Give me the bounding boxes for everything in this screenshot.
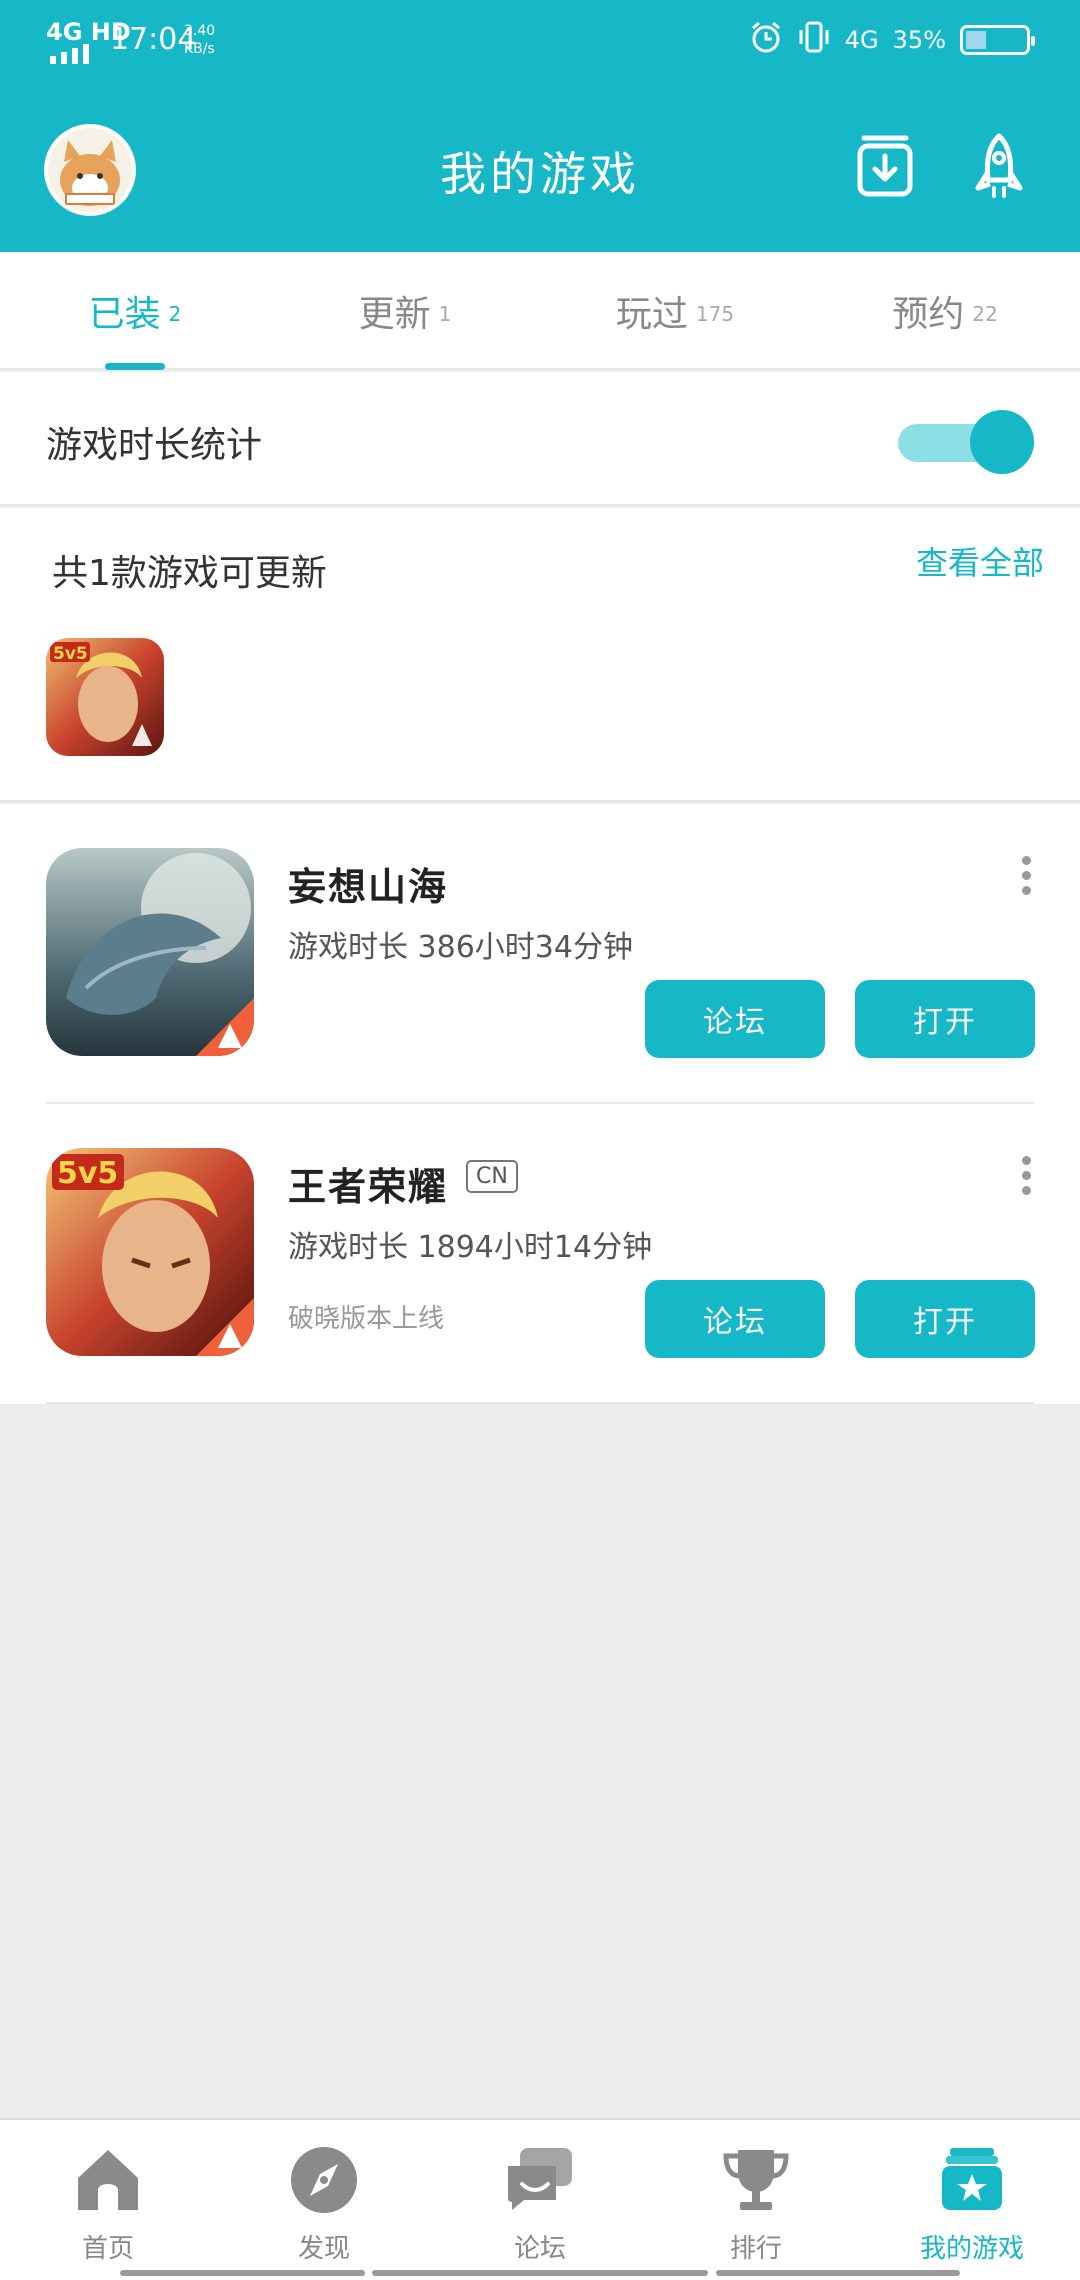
tab-count: 175 — [695, 302, 735, 326]
rocket-icon[interactable] — [964, 132, 1034, 202]
speed-value: 3.40 — [184, 23, 216, 39]
view-all-link[interactable]: 查看全部 — [916, 538, 1044, 584]
tab-label: 预约 — [892, 294, 965, 335]
battery-percent: 35% — [892, 26, 946, 54]
nav-label: 排行 — [729, 2234, 782, 2264]
nav-label: 发现 — [297, 2234, 350, 2264]
nav-label: 论坛 — [513, 2234, 566, 2264]
compass-icon — [288, 2144, 360, 2216]
app-header: 我的游戏 — [0, 80, 1080, 252]
tab-label: 已装 — [88, 294, 161, 335]
open-button[interactable]: 打开 — [855, 980, 1035, 1058]
status-right: 4G 35% — [749, 20, 1035, 60]
download-manager-icon[interactable] — [850, 132, 920, 202]
net-speed: 3.40 KB/s — [184, 22, 215, 58]
forum-button[interactable]: 论坛 — [645, 980, 825, 1058]
battery-icon — [960, 25, 1035, 55]
tab-installed[interactable]: 已装 2 — [0, 252, 270, 370]
update-section: 共1款游戏可更新 查看全部 5v5 — [0, 508, 1080, 802]
toggle-knob — [970, 410, 1034, 474]
region-tag: CN — [466, 1160, 518, 1193]
playtime-label: 游戏时长 — [288, 930, 408, 965]
tab-reserved[interactable]: 预约 22 — [810, 252, 1080, 370]
playtime: 游戏时长 1894小时14分钟 — [288, 1222, 652, 1266]
svg-text:5v5: 5v5 — [53, 644, 88, 664]
list-item: 妄想山海 游戏时长 386小时34分钟 论坛 打开 — [0, 804, 1080, 1104]
installed-game-list: 妄想山海 游戏时长 386小时34分钟 论坛 打开 5v5 王者荣耀 CN 游戏… — [0, 804, 1080, 1404]
playtime-value: 1894小时14分钟 — [417, 1230, 653, 1265]
game-name: 王者荣耀 — [288, 1165, 449, 1209]
gesture-bar — [120, 2270, 365, 2276]
update-note: 破晓版本上线 — [288, 1304, 445, 1334]
nav-my-games[interactable]: 我的游戏 — [864, 2120, 1080, 2270]
tab-underline — [105, 363, 165, 370]
more-options-icon[interactable] — [1016, 856, 1036, 895]
playtime-value: 386小时34分钟 — [417, 930, 633, 965]
alarm-icon — [749, 20, 783, 60]
gesture-bar — [372, 2270, 708, 2276]
playtime-stat-label: 游戏时长统计 — [46, 425, 263, 466]
forum-button[interactable]: 论坛 — [645, 1280, 825, 1358]
signal-icon — [50, 44, 89, 64]
wangzhe-icon[interactable]: 5v5 — [46, 638, 164, 756]
wangxiang-shanhai-icon[interactable] — [46, 848, 254, 1056]
wangzhe-rongyao-icon[interactable]: 5v5 — [46, 1148, 254, 1356]
divider — [46, 1402, 1034, 1404]
playtime-label: 游戏时长 — [288, 1230, 408, 1265]
chat-icon — [504, 2144, 576, 2216]
status-bar: 4G HD 17:04 3.40 KB/s 4G 35% — [0, 0, 1080, 80]
trophy-icon — [720, 2144, 792, 2216]
network-type-2: 4G — [844, 26, 879, 54]
nav-ranking[interactable]: 排行 — [648, 2120, 864, 2270]
tab-label: 玩过 — [615, 294, 688, 335]
nav-forum[interactable]: 论坛 — [432, 2120, 648, 2270]
my-games-icon — [936, 2144, 1008, 2216]
update-title: 共1款游戏可更新 — [52, 553, 327, 594]
nav-discover[interactable]: 发现 — [216, 2120, 432, 2270]
nav-label: 我的游戏 — [919, 2234, 1024, 2264]
open-button[interactable]: 打开 — [855, 1280, 1035, 1358]
list-item: 5v5 王者荣耀 CN 游戏时长 1894小时14分钟 破晓版本上线 论坛 打开 — [0, 1104, 1080, 1404]
home-icon — [72, 2144, 144, 2216]
tab-count: 1 — [438, 302, 452, 326]
tab-count: 22 — [972, 302, 998, 326]
tab-played[interactable]: 玩过 175 — [540, 252, 810, 370]
playtime-stat-toggle[interactable] — [898, 410, 1034, 474]
tab-count: 2 — [168, 302, 182, 326]
vibrate-icon — [797, 20, 831, 60]
bottom-nav: 首页 发现 论坛 排行 我的游戏 — [0, 2118, 1080, 2280]
playtime-stat-row: 游戏时长统计 — [0, 372, 1080, 506]
svg-text:5v5: 5v5 — [57, 1156, 118, 1191]
tab-label: 更新 — [358, 294, 431, 335]
nav-home[interactable]: 首页 — [0, 2120, 216, 2270]
more-options-icon[interactable] — [1016, 1156, 1036, 1195]
tab-bar: 已装 2 更新 1 玩过 175 预约 22 — [0, 252, 1080, 370]
nav-label: 首页 — [81, 2234, 134, 2264]
playtime: 游戏时长 386小时34分钟 — [288, 922, 633, 966]
gesture-bar — [716, 2270, 960, 2276]
tab-updates[interactable]: 更新 1 — [270, 252, 540, 370]
game-name: 妄想山海 — [288, 865, 449, 909]
speed-unit: KB/s — [184, 41, 215, 57]
